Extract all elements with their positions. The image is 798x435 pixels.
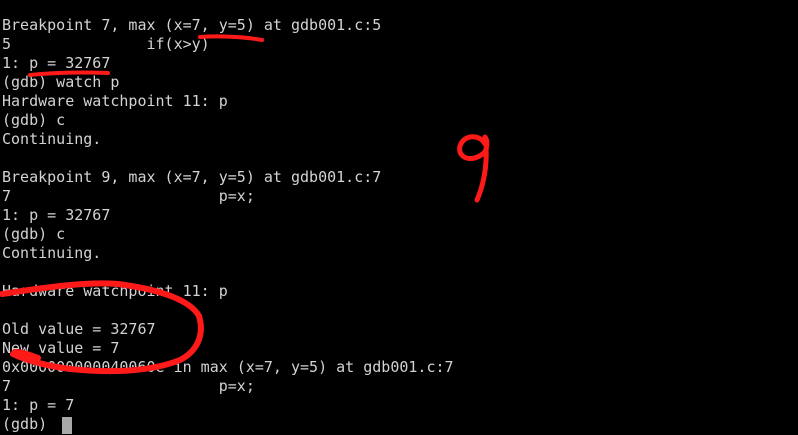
terminal-line: Continuing.	[2, 130, 102, 148]
handwritten-nine	[457, 134, 490, 203]
terminal-line: Hardware watchpoint 11: p	[2, 282, 228, 300]
terminal-line: 7 p=x;	[2, 377, 255, 395]
gdb-prompt[interactable]: (gdb)	[2, 415, 56, 434]
terminal-window[interactable]: Breakpoint 7, max (x=7, y=5) at gdb001.c…	[0, 0, 798, 435]
text-cursor	[62, 417, 72, 434]
terminal-line: (gdb) watch p	[2, 73, 120, 91]
terminal-line: 5 if(x>y)	[2, 35, 210, 53]
terminal-line: Hardware watchpoint 11: p	[2, 92, 228, 110]
terminal-line: (gdb) c	[2, 111, 66, 129]
terminal-line: New value = 7	[2, 339, 120, 357]
terminal-line: 1: p = 7	[2, 396, 75, 414]
terminal-line: Breakpoint 7, max (x=7, y=5) at gdb001.c…	[2, 16, 382, 34]
terminal-line: (gdb) c	[2, 225, 66, 243]
terminal-line: 0x000000000040060e in max (x=7, y=5) at …	[2, 358, 454, 376]
terminal-line: 7 p=x;	[2, 187, 255, 205]
terminal-line: 1: p = 32767	[2, 206, 111, 224]
terminal-line: Breakpoint 9, max (x=7, y=5) at gdb001.c…	[2, 168, 382, 186]
terminal-line: Old value = 32767	[2, 320, 156, 338]
terminal-line: Continuing.	[2, 244, 102, 262]
terminal-line: 1: p = 32767	[2, 54, 111, 72]
